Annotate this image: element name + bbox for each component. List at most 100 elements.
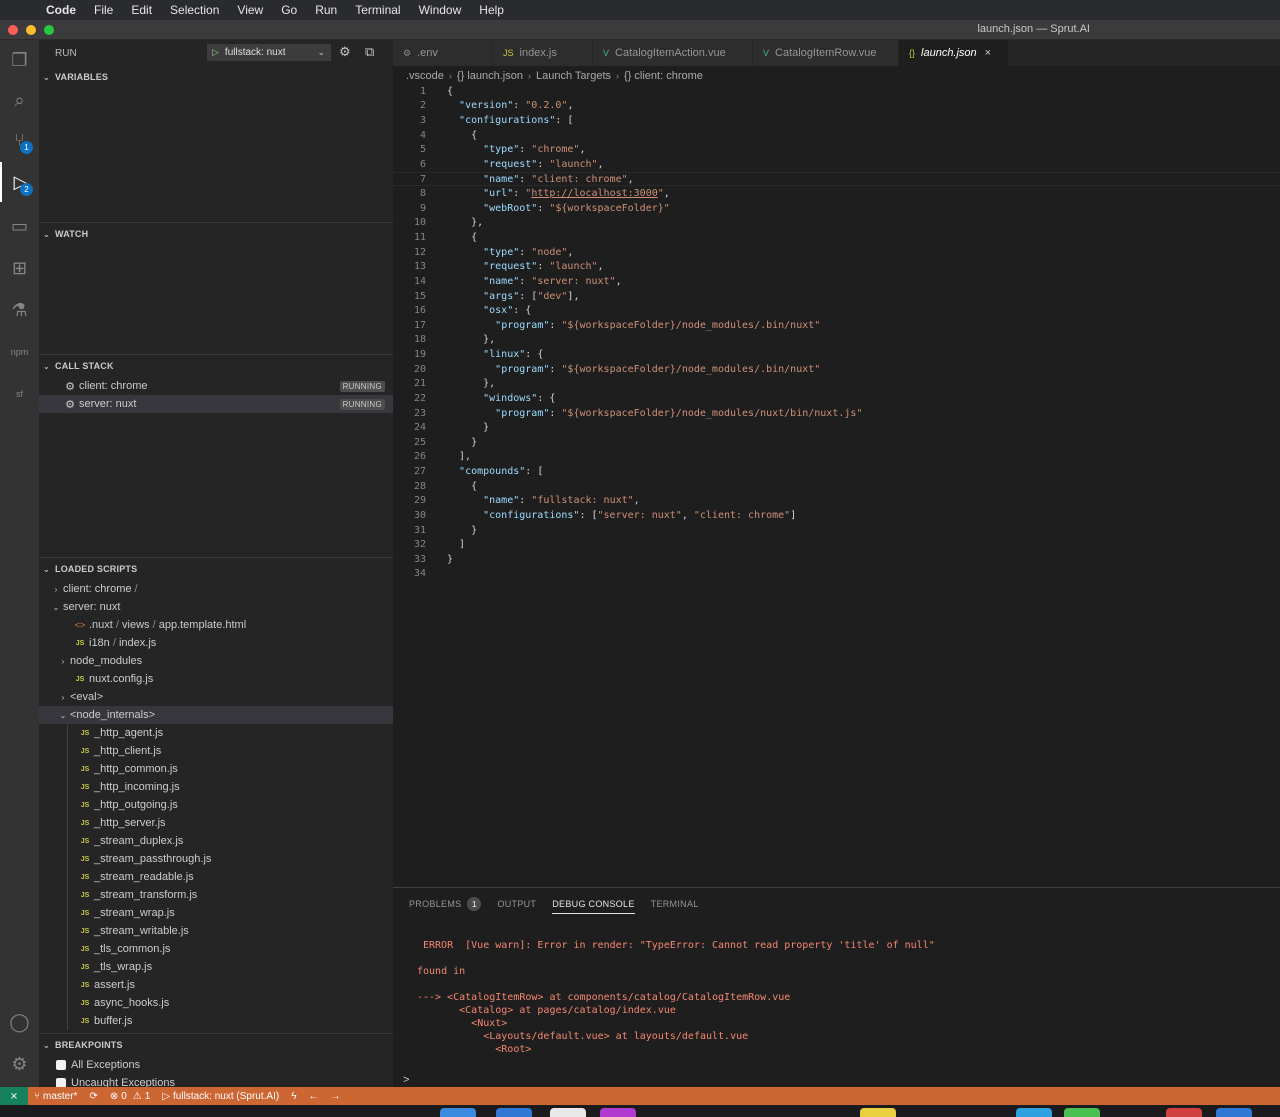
arrow-left-icon[interactable]: ← <box>308 1091 318 1102</box>
call-stack-item-client[interactable]: ⚙ client: chrome RUNNING <box>39 377 393 395</box>
menu-file[interactable]: File <box>94 3 113 17</box>
tree-item-internal-file[interactable]: JS async_hooks.js <box>68 994 393 1012</box>
breakpoints-header[interactable]: ⌄ BREAKPOINTS <box>39 1034 393 1056</box>
run-debug-icon[interactable]: ▷ 2 <box>0 162 39 202</box>
tree-item-internal-file[interactable]: JS _stream_wrap.js <box>68 904 393 922</box>
search-icon[interactable]: ⌕ <box>0 80 39 120</box>
tree-item-internal-file[interactable]: JS _tls_wrap.js <box>68 958 393 976</box>
code-token: } <box>447 553 454 565</box>
debug-console-prompt[interactable]: > <box>403 1074 409 1086</box>
debug-session-indicator[interactable]: ▷ fullstack: nuxt (Sprut.AI) <box>162 1091 279 1102</box>
error-icon: ⊗ <box>109 1090 119 1102</box>
dock-app-icon[interactable] <box>1064 1108 1100 1117</box>
panel-tab-problems[interactable]: PROBLEMS 1 <box>409 894 482 914</box>
breadcrumb-item[interactable]: Launch Targets <box>536 70 611 82</box>
file-name: _stream_writable.js <box>94 925 189 937</box>
manage-gear-icon[interactable]: ⚙ <box>0 1044 39 1084</box>
editor-tab-1[interactable]: JS index.js <box>493 40 593 66</box>
dock-app-icon[interactable] <box>860 1108 896 1117</box>
loaded-scripts-header[interactable]: ⌄ LOADED SCRIPTS <box>39 558 393 580</box>
editor-tab-2[interactable]: V CatalogItemAction.vue <box>593 40 753 66</box>
tree-item-internal-file[interactable]: JS assert.js <box>68 976 393 994</box>
tree-item-internal-file[interactable]: JS _stream_duplex.js <box>68 832 393 850</box>
tree-item-node-internals[interactable]: ⌄ <node_internals> <box>39 706 393 724</box>
lightning-icon[interactable]: ϟ <box>291 1091 296 1102</box>
tree-item-nuxt-config[interactable]: JS nuxt.config.js <box>39 670 393 688</box>
code-editor[interactable]: 1{2 "version": "0.2.0", 3 "configurations… <box>393 84 1280 581</box>
js-file-icon: JS <box>80 981 90 989</box>
menu-terminal[interactable]: Terminal <box>355 3 400 17</box>
watch-header[interactable]: ⌄ WATCH <box>39 223 393 245</box>
tree-item-app-template[interactable]: <> .nuxt / views / app.template.html <box>39 616 393 634</box>
menu-view[interactable]: View <box>237 3 263 17</box>
tree-item-internal-file[interactable]: JS _http_client.js <box>68 742 393 760</box>
menu-window[interactable]: Window <box>419 3 462 17</box>
symfony-icon[interactable]: sf <box>0 374 39 414</box>
panel-tab-output[interactable]: OUTPUT <box>497 894 536 914</box>
panel-tab-terminal[interactable]: TERMINAL <box>651 894 699 914</box>
remote-explorer-icon[interactable]: ▭ <box>0 206 39 246</box>
extensions-icon[interactable]: ⊞ <box>0 248 39 288</box>
menu-go[interactable]: Go <box>281 3 297 17</box>
tree-item-i18n[interactable]: JS i18n / index.js <box>39 634 393 652</box>
tree-item-client[interactable]: › client: chrome / <box>39 580 393 598</box>
editor-tab-4[interactable]: {} launch.json × <box>899 40 1009 66</box>
breadcrumb-item[interactable]: .vscode <box>406 70 444 82</box>
menu-selection[interactable]: Selection <box>170 3 219 17</box>
editor-tab-0[interactable]: ⚙ .env <box>393 40 493 66</box>
panel-tab-label: PROBLEMS <box>409 899 462 909</box>
call-stack-item-server[interactable]: ⚙ server: nuxt RUNNING <box>39 395 393 413</box>
tree-item-internal-file[interactable]: JS _http_outgoing.js <box>68 796 393 814</box>
activity-bar: ❐ ⌕ ⑂ 1 ▷ 2 ▭ ⊞ ⚗ npm sf ◯ ⚙ <box>0 40 39 1087</box>
call-stack-header[interactable]: ⌄ CALL STACK <box>39 355 393 377</box>
open-launch-json-gear-icon[interactable]: ⚙ <box>339 44 351 60</box>
source-control-icon[interactable]: ⑂ 1 <box>0 120 39 160</box>
all-exceptions-checkbox[interactable] <box>56 1060 66 1070</box>
sync-icon[interactable]: ⟳ <box>89 1091 97 1102</box>
dock-app-icon[interactable] <box>1016 1108 1052 1117</box>
js-file-icon: JS <box>80 729 90 737</box>
arrow-right-icon[interactable]: → <box>330 1091 340 1102</box>
npm-icon[interactable]: npm <box>0 332 39 372</box>
dock-app-icon[interactable] <box>496 1108 532 1117</box>
debug-console-icon[interactable]: ⧉ <box>365 44 374 60</box>
tree-item-eval[interactable]: › <eval> <box>39 688 393 706</box>
variables-header[interactable]: ⌄ VARIABLES <box>39 66 393 88</box>
tree-item-internal-file[interactable]: JS _http_agent.js <box>68 724 393 742</box>
launch-config-dropdown[interactable]: ▷ fullstack: nuxt ⌄ <box>207 44 331 61</box>
menu-app-name[interactable]: Code <box>46 3 76 17</box>
tree-item-server[interactable]: ⌄ server: nuxt <box>39 598 393 616</box>
accounts-icon[interactable]: ◯ <box>0 1002 39 1042</box>
explorer-icon[interactable]: ❐ <box>0 40 39 80</box>
branch-indicator[interactable]: ⑂ master* <box>34 1091 77 1102</box>
testing-icon[interactable]: ⚗ <box>0 290 39 330</box>
code-line: 18 }, <box>393 333 1280 348</box>
tree-item-node-modules[interactable]: › node_modules <box>39 652 393 670</box>
menu-run[interactable]: Run <box>315 3 337 17</box>
dock-app-icon[interactable] <box>1166 1108 1202 1117</box>
breakpoint-all-exceptions[interactable]: All Exceptions <box>39 1056 393 1074</box>
tree-item-internal-file[interactable]: JS _stream_transform.js <box>68 886 393 904</box>
remote-indicator-icon[interactable]: ⨯ <box>0 1087 28 1105</box>
dock-app-icon[interactable] <box>1216 1108 1252 1117</box>
dock-app-icon[interactable] <box>550 1108 586 1117</box>
tree-item-internal-file[interactable]: JS _stream_passthrough.js <box>68 850 393 868</box>
editor-tab-3[interactable]: V CatalogItemRow.vue <box>753 40 899 66</box>
panel-tab-debug-console[interactable]: DEBUG CONSOLE <box>552 894 635 914</box>
breadcrumb-item[interactable]: {} launch.json <box>457 70 523 82</box>
tree-item-internal-file[interactable]: JS _stream_writable.js <box>68 922 393 940</box>
start-debug-icon[interactable]: ▷ <box>212 47 219 58</box>
tree-item-internal-file[interactable]: JS _http_server.js <box>68 814 393 832</box>
tree-item-internal-file[interactable]: JS _tls_common.js <box>68 940 393 958</box>
menu-help[interactable]: Help <box>479 3 504 17</box>
problems-indicator[interactable]: ⊗ 0 ⚠ 1 <box>110 1091 150 1102</box>
close-icon[interactable]: × <box>985 47 991 59</box>
menu-edit[interactable]: Edit <box>131 3 152 17</box>
tree-item-internal-file[interactable]: JS buffer.js <box>68 1012 393 1030</box>
dock-app-icon[interactable] <box>440 1108 476 1117</box>
dock-app-icon[interactable] <box>600 1108 636 1117</box>
tree-item-internal-file[interactable]: JS _http_incoming.js <box>68 778 393 796</box>
tree-item-internal-file[interactable]: JS _stream_readable.js <box>68 868 393 886</box>
breadcrumb-item[interactable]: {} client: chrome <box>624 70 703 82</box>
tree-item-internal-file[interactable]: JS _http_common.js <box>68 760 393 778</box>
